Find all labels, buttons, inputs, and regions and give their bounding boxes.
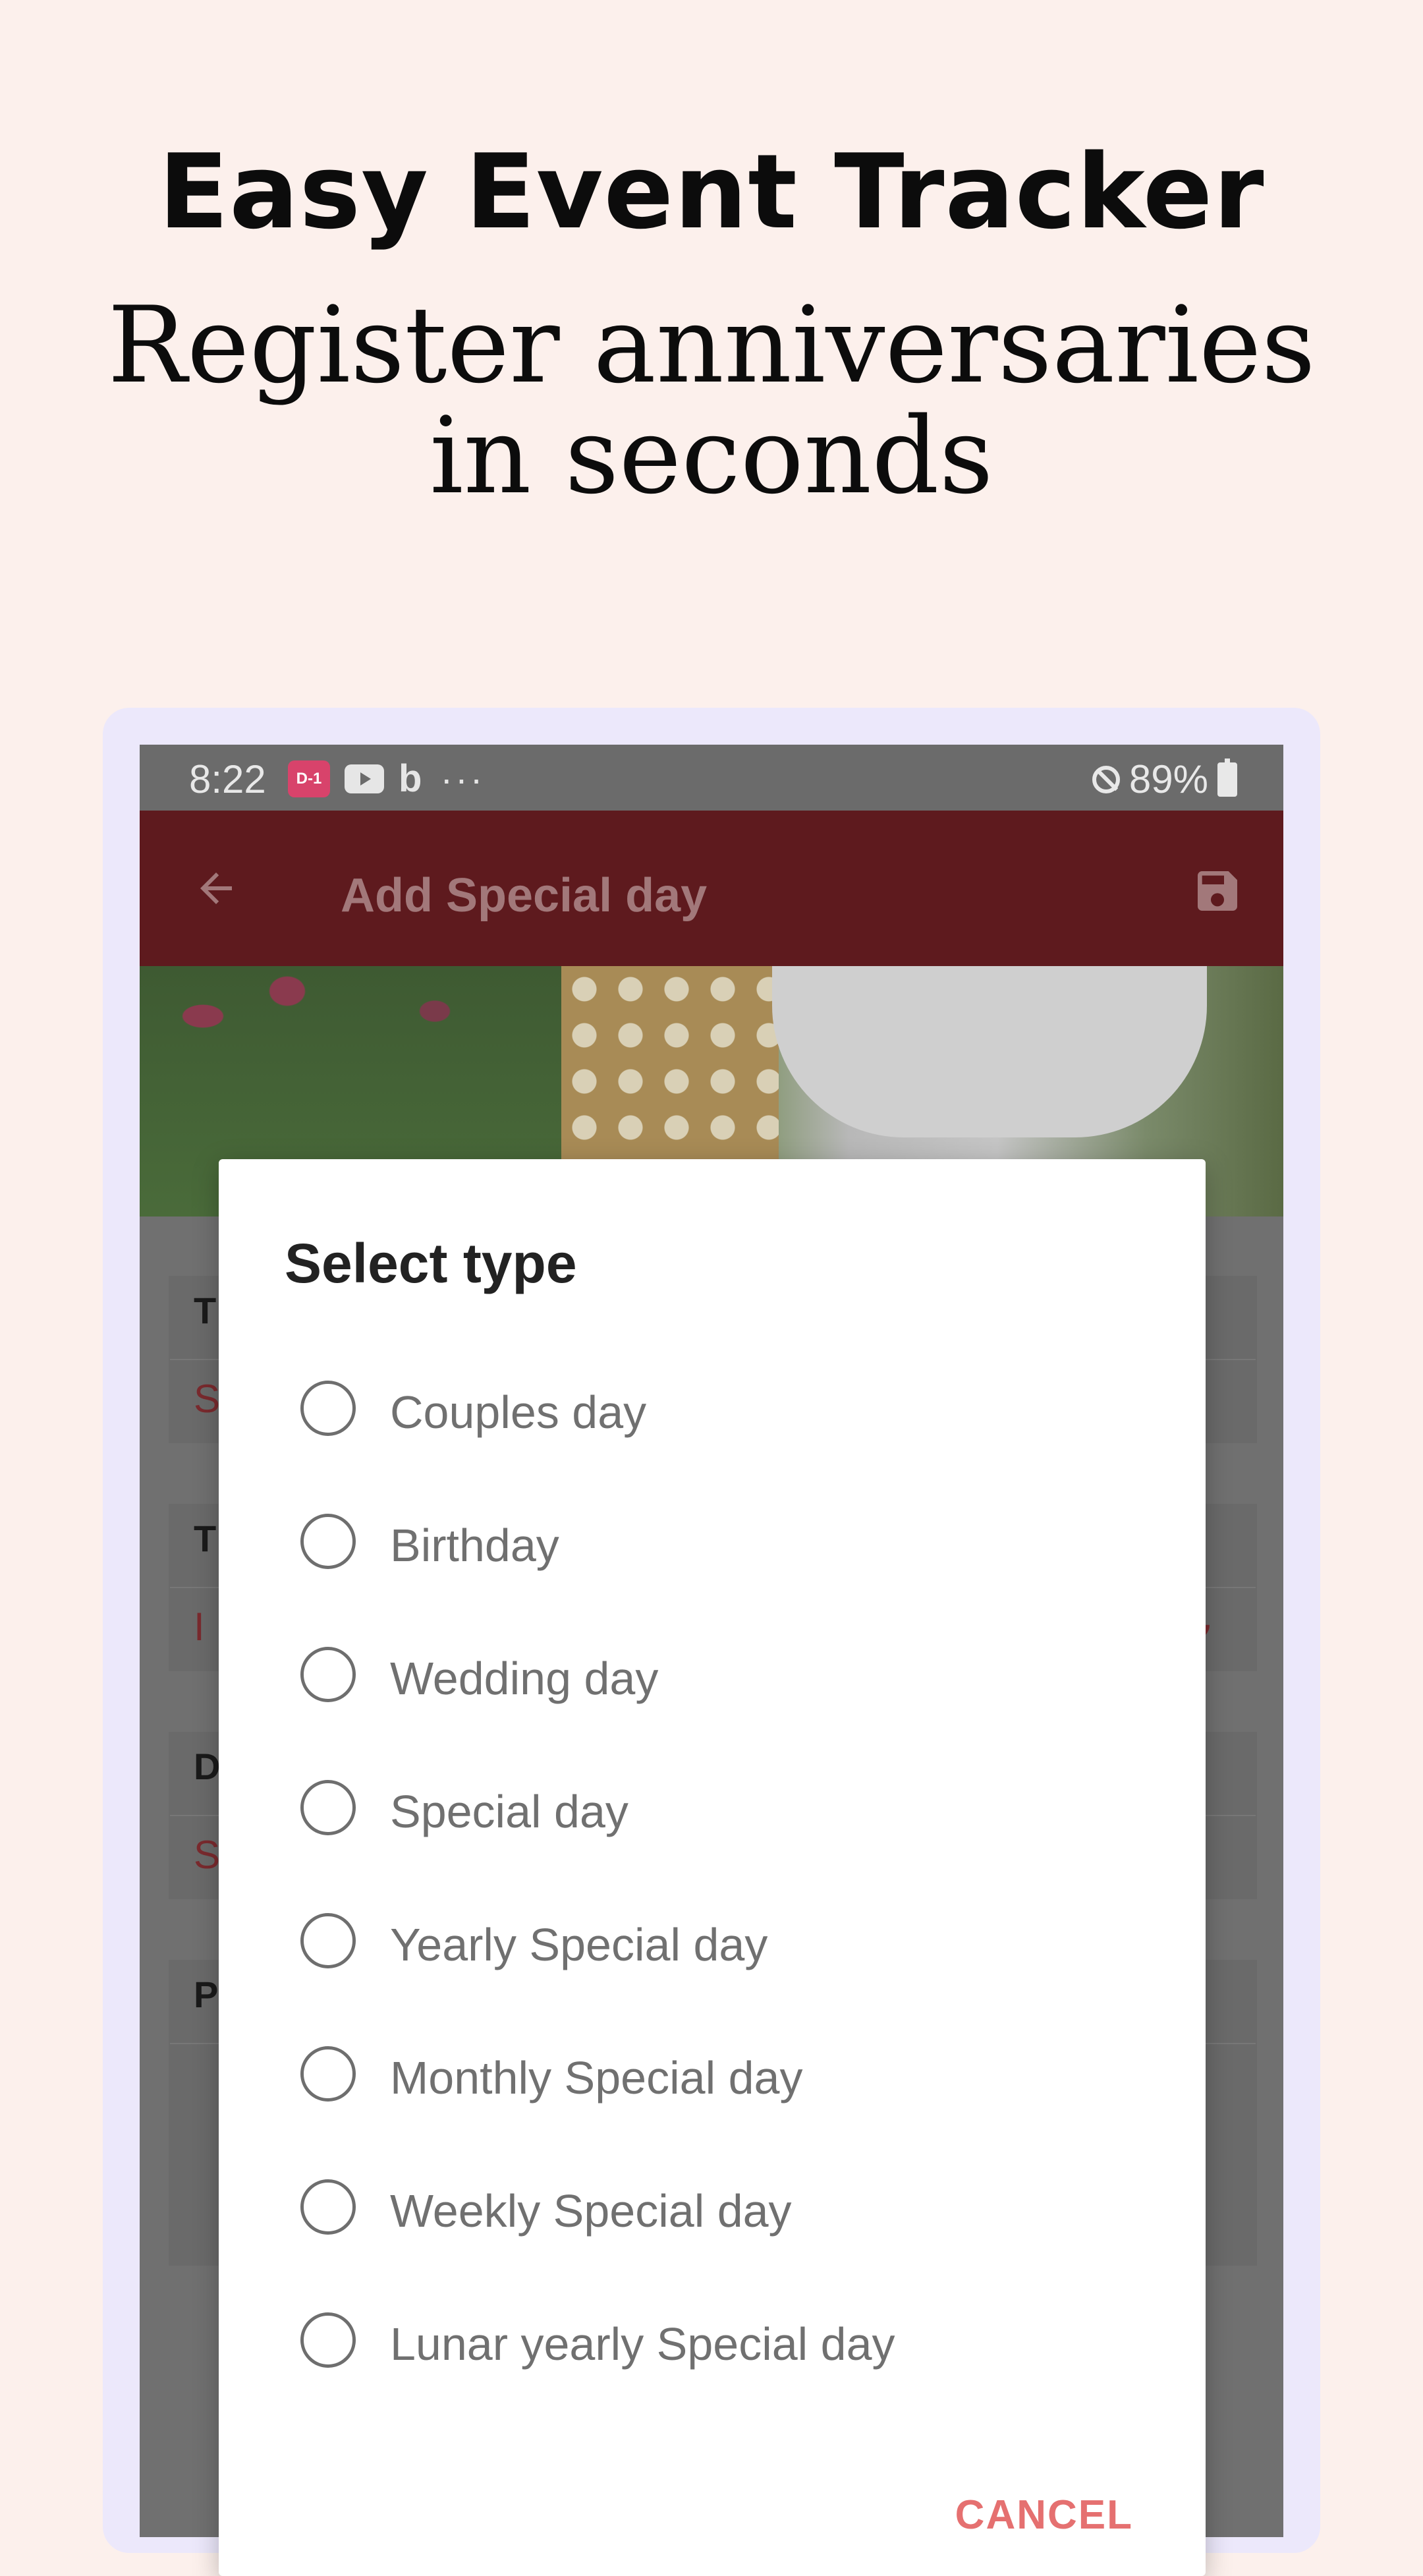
option-birthday[interactable]: Birthday: [219, 1477, 1206, 1610]
option-label: Yearly Special day: [390, 1919, 768, 1970]
radio-unchecked-icon[interactable]: [300, 1381, 356, 1436]
option-label: Monthly Special day: [390, 2052, 803, 2104]
option-couples-day[interactable]: Couples day: [219, 1344, 1206, 1477]
option-label: Special day: [390, 1786, 628, 1837]
radio-unchecked-icon[interactable]: [300, 2046, 356, 2102]
option-yearly-special-day[interactable]: Yearly Special day: [219, 1876, 1206, 2009]
option-wedding-day[interactable]: Wedding day: [219, 1610, 1206, 1743]
radio-unchecked-icon[interactable]: [300, 2179, 356, 2235]
radio-unchecked-icon[interactable]: [300, 1514, 356, 1569]
promo-subhead: Register anniversaries in seconds: [0, 290, 1423, 511]
promo-headline: Easy Event Tracker: [158, 132, 1265, 252]
option-label: Couples day: [390, 1387, 647, 1438]
radio-unchecked-icon[interactable]: [300, 1913, 356, 1968]
option-label: Wedding day: [390, 1653, 659, 1704]
option-lunar-yearly-special-day[interactable]: Lunar yearly Special day: [219, 2275, 1206, 2409]
radio-unchecked-icon[interactable]: [300, 2312, 356, 2368]
radio-unchecked-icon[interactable]: [300, 1780, 356, 1835]
radio-unchecked-icon[interactable]: [300, 1647, 356, 1702]
cancel-button[interactable]: CANCEL: [955, 2492, 1133, 2538]
promo-subhead-line-2: in seconds: [430, 394, 993, 517]
option-label: Weekly Special day: [390, 2185, 792, 2237]
option-special-day[interactable]: Special day: [219, 1743, 1206, 1876]
option-label: Lunar yearly Special day: [390, 2318, 895, 2370]
dialog-title: Select type: [285, 1232, 577, 1294]
option-monthly-special-day[interactable]: Monthly Special day: [219, 2009, 1206, 2142]
option-weekly-special-day[interactable]: Weekly Special day: [219, 2142, 1206, 2275]
option-label: Birthday: [390, 1520, 559, 1571]
select-type-dialog: Select type Couples day Birthday Wedding…: [219, 1159, 1206, 2576]
type-options-list: Couples day Birthday Wedding day Special…: [219, 1344, 1206, 2409]
promo-subhead-line-1: Register anniversaries: [107, 283, 1316, 407]
